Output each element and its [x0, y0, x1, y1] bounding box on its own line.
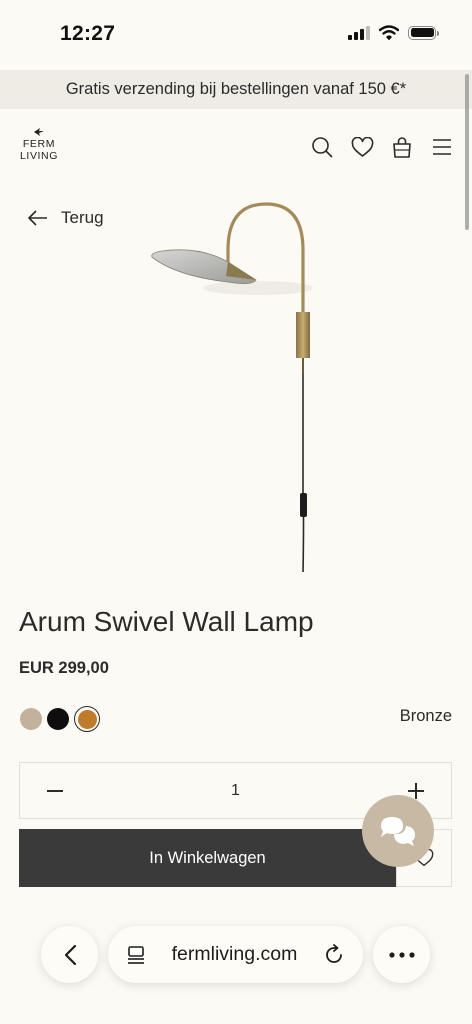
arrow-left-icon — [28, 210, 47, 226]
browser-back-button[interactable] — [41, 926, 98, 983]
logo-text-line1: FERM — [22, 138, 56, 150]
chevron-left-icon — [64, 944, 76, 965]
quantity-value[interactable]: 1 — [231, 782, 240, 800]
promo-banner: Gratis verzending bij bestellingen vanaf… — [0, 70, 472, 109]
site-header: FERM LIVING — [0, 109, 472, 189]
wishlist-heart-icon[interactable] — [350, 135, 374, 159]
chat-bubbles-icon — [381, 817, 415, 846]
chat-button[interactable] — [362, 795, 434, 867]
shopping-bag-icon[interactable] — [390, 135, 414, 159]
add-to-cart-button[interactable]: In Winkelwagen — [19, 829, 396, 887]
address-bar[interactable]: fermliving.com — [108, 926, 363, 983]
header-icons — [310, 135, 454, 159]
page-menu-icon[interactable] — [126, 945, 146, 965]
status-time: 12:27 — [60, 22, 116, 45]
scrollbar[interactable] — [465, 74, 469, 230]
ellipsis-icon — [388, 951, 415, 958]
product-image — [140, 198, 340, 578]
status-icons — [348, 25, 439, 40]
back-label: Terug — [61, 208, 104, 227]
color-swatches — [20, 706, 100, 732]
logo-text-line2: LIVING — [19, 149, 59, 162]
reload-icon[interactable] — [323, 943, 345, 966]
promo-text: Gratis verzending bij bestellingen vanaf… — [65, 80, 407, 98]
signal-icon — [348, 25, 370, 40]
swatch-bronze[interactable] — [74, 706, 100, 732]
back-link[interactable]: Terug — [27, 208, 104, 228]
logo[interactable]: FERM LIVING — [18, 127, 60, 162]
product-price: EUR 299,00 — [19, 659, 109, 677]
decrease-quantity-button[interactable] — [45, 781, 65, 801]
browser-toolbar: fermliving.com — [0, 920, 472, 990]
selected-color-name: Bronze — [399, 707, 452, 725]
status-bar: 12:27 — [0, 0, 472, 70]
url-text[interactable]: fermliving.com — [172, 943, 298, 966]
more-options-button[interactable] — [373, 926, 430, 983]
menu-icon[interactable] — [430, 135, 454, 159]
wifi-icon — [379, 25, 399, 40]
battery-icon — [408, 25, 439, 40]
swatch-cashmere[interactable] — [20, 708, 42, 730]
search-icon[interactable] — [310, 135, 334, 159]
swatch-black[interactable] — [47, 708, 69, 730]
logo-mark-icon — [34, 128, 44, 136]
product-title: Arum Swivel Wall Lamp — [19, 606, 314, 637]
